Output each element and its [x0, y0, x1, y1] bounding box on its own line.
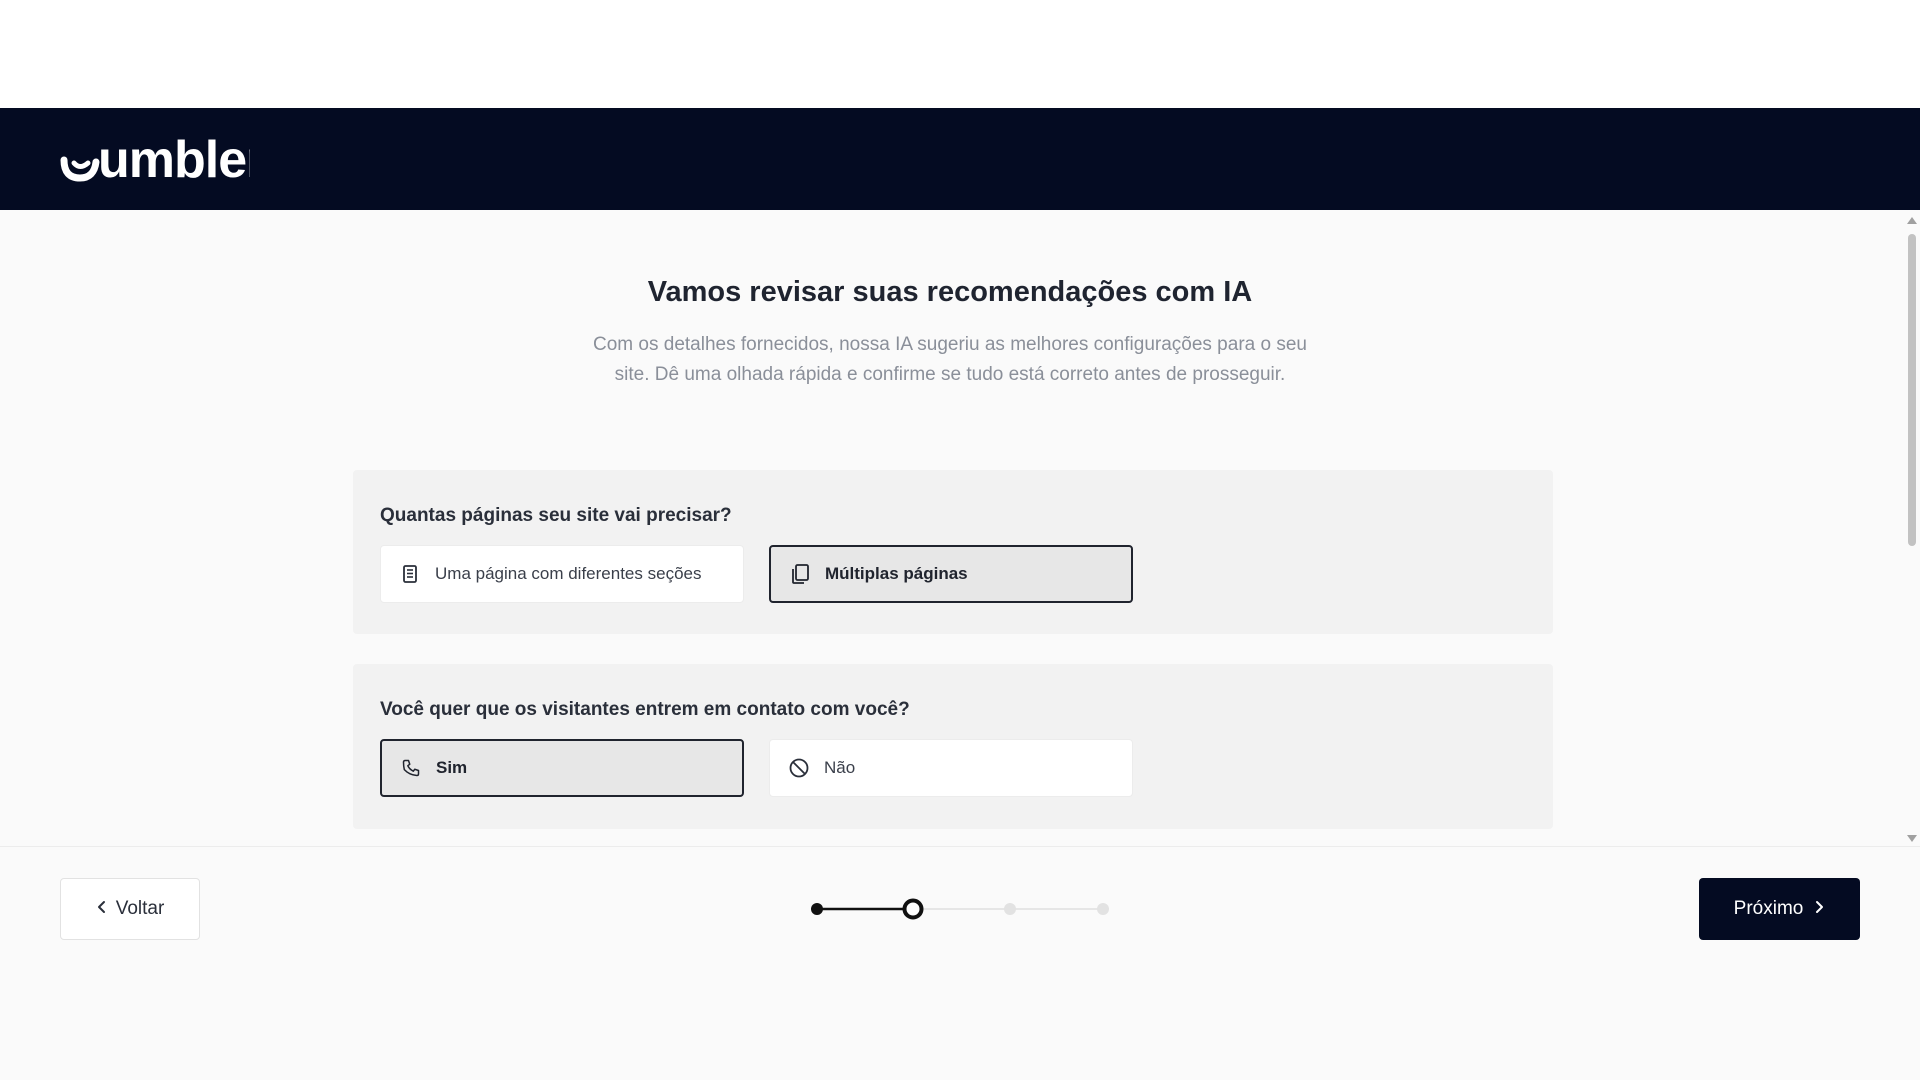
contact-question-label: Você quer que os visitantes entrem em co…: [380, 699, 910, 720]
svg-text:umbler: umbler: [98, 131, 250, 189]
header-bar: umbler: [0, 108, 1920, 210]
progress-stepper: [811, 898, 1109, 920]
page-title: Vamos revisar suas recomendações com IA: [647, 276, 1253, 308]
option-yes[interactable]: Sim: [380, 739, 744, 797]
block-icon: [788, 757, 810, 779]
multiple-pages-icon: [789, 563, 811, 585]
umbler-logo: umbler: [60, 131, 250, 189]
pages-question-label: Quantas páginas seu site vai precisar?: [380, 505, 732, 526]
option-no[interactable]: Não: [769, 739, 1133, 797]
pages-question-card: Quantas páginas seu site vai precisar? U…: [353, 470, 1553, 634]
option-yes-label: Sim: [436, 758, 468, 777]
single-page-icon: [399, 563, 421, 585]
main-content: Vamos revisar suas recomendações com IA …: [0, 210, 1920, 846]
chevron-right-icon: [1813, 898, 1825, 920]
back-button-label: Voltar: [115, 898, 165, 919]
scroll-thumb[interactable]: [1908, 234, 1916, 546]
step-1-dot: [811, 903, 823, 915]
option-single-page-label: Uma página com diferentes seções: [435, 564, 702, 583]
contact-question-card: Você quer que os visitantes entrem em co…: [353, 664, 1553, 829]
scroll-up-arrow-icon[interactable]: [1907, 217, 1917, 224]
step-2-dot-current: [902, 898, 924, 920]
chevron-left-icon: [96, 898, 108, 920]
scroll-down-arrow-icon[interactable]: [1907, 835, 1917, 842]
next-button-label: Próximo: [1733, 898, 1804, 919]
option-multiple-pages[interactable]: Múltiplas páginas: [769, 545, 1133, 603]
step-4-dot: [1097, 903, 1109, 915]
phone-icon: [400, 757, 422, 779]
step-3-dot: [1004, 903, 1016, 915]
page-subtitle: Com os detalhes fornecidos, nossa IA sug…: [593, 334, 1307, 385]
footer-bar: Voltar Próximo: [0, 846, 1920, 1080]
next-button[interactable]: Próximo: [1699, 878, 1860, 940]
back-button[interactable]: Voltar: [60, 878, 200, 940]
option-multiple-pages-label: Múltiplas páginas: [825, 564, 968, 583]
content-scrollbar[interactable]: [1904, 210, 1920, 846]
option-single-page[interactable]: Uma página com diferentes seções: [380, 545, 744, 603]
option-no-label: Não: [824, 758, 856, 777]
top-blank-area: [0, 0, 1920, 108]
